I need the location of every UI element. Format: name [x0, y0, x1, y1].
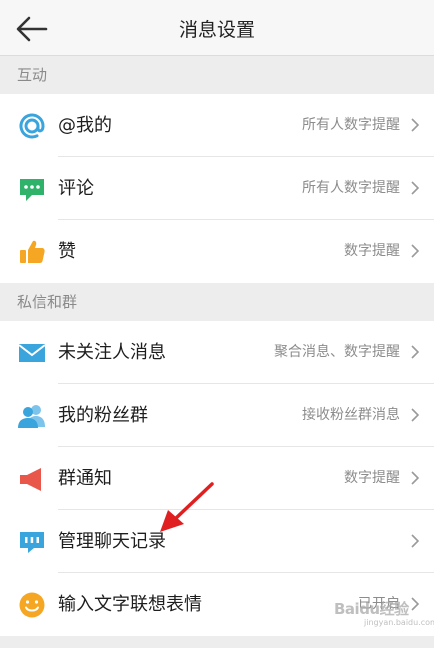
row-label: @我的 [58, 115, 112, 136]
row-label: 未关注人消息 [58, 342, 166, 363]
page-title: 消息设置 [178, 19, 255, 41]
chevron-right-icon [411, 244, 420, 258]
row-fan-groups[interactable]: 我的粉丝群 接收粉丝群消息 [0, 384, 434, 447]
chat-history-icon [20, 532, 44, 553]
row-likes[interactable]: 赞 数字提醒 [0, 220, 434, 283]
chevron-right-icon [411, 345, 420, 359]
row-value: 数字提醒 [344, 470, 400, 486]
row-value: 数字提醒 [344, 243, 400, 259]
row-label: 管理聊天记录 [58, 531, 166, 552]
group-icon [18, 405, 45, 428]
header-bar: 消息设置 [0, 0, 434, 56]
row-value: 聚合消息、数字提醒 [274, 344, 400, 360]
bottom-gap [0, 637, 434, 648]
row-label: 我的粉丝群 [58, 405, 148, 426]
chevron-right-icon [411, 597, 420, 611]
row-comments[interactable]: 评论 所有人数字提醒 [0, 157, 434, 220]
chevron-right-icon [411, 471, 420, 485]
chevron-right-icon [411, 408, 420, 422]
row-emoji-suggestions[interactable]: 输入文字联想表情 已开启 [0, 573, 434, 636]
row-label: 赞 [58, 241, 76, 262]
megaphone-icon [20, 468, 41, 491]
section-label-interaction: 互动 [0, 56, 434, 94]
row-label: 输入文字联想表情 [58, 594, 202, 615]
row-label: 评论 [58, 178, 94, 199]
comment-icon [20, 179, 44, 201]
row-value: 所有人数字提醒 [302, 180, 400, 196]
mail-icon [18, 344, 46, 362]
chevron-right-icon [411, 118, 420, 132]
smiley-icon [19, 592, 45, 618]
at-icon [19, 113, 45, 139]
row-at-me[interactable]: @我的 所有人数字提醒 [0, 94, 434, 157]
chevron-right-icon [411, 181, 420, 195]
row-value: 所有人数字提醒 [302, 117, 400, 133]
row-group-notifications[interactable]: 群通知 数字提醒 [0, 447, 434, 510]
row-manage-chat-history[interactable]: 管理聊天记录 [0, 510, 434, 573]
row-unfollowed-messages[interactable]: 未关注人消息 聚合消息、数字提醒 [0, 321, 434, 384]
section-label-messages-groups: 私信和群 [0, 283, 434, 321]
row-value: 接收粉丝群消息 [302, 407, 400, 423]
row-value: 已开启 [358, 596, 400, 612]
row-label: 群通知 [58, 468, 112, 489]
chevron-right-icon [411, 534, 420, 548]
thumbs-up-icon [20, 240, 45, 263]
